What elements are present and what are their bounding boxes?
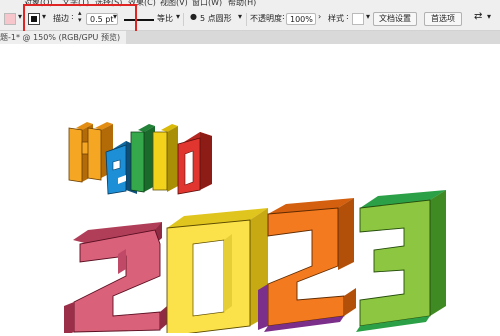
separator: [183, 13, 184, 26]
chevron-down-icon[interactable]: ▾: [238, 12, 242, 21]
brush-definition[interactable]: 5 点圆形: [200, 12, 232, 26]
chevron-down-icon[interactable]: ▾: [176, 12, 180, 21]
colon: :: [282, 12, 285, 21]
profile-label[interactable]: 等比: [157, 12, 173, 26]
chevron-down-icon[interactable]: ▾: [18, 12, 22, 21]
style-swatch[interactable]: [352, 13, 364, 25]
brush-dot-icon: ●: [190, 12, 197, 21]
opacity-value: 100%: [290, 15, 313, 24]
letter-l-second: [152, 124, 178, 192]
digit-2-second: [258, 198, 356, 332]
digit-3: [356, 190, 446, 332]
document-tab-title: 题-1* @ 150% (RGB/GPU 预览): [0, 33, 121, 42]
artwork: [64, 122, 446, 336]
fill-swatch[interactable]: [4, 13, 16, 25]
document-tab-bar: 题-1* @ 150% (RGB/GPU 预览): [0, 31, 500, 44]
document-tab[interactable]: 题-1* @ 150% (RGB/GPU 预览): [0, 31, 127, 44]
chevron-down-icon[interactable]: ▾: [487, 12, 491, 21]
artboard-canvas[interactable]: [0, 44, 500, 336]
preferences-label: 首选项: [431, 14, 455, 23]
arrange-icon[interactable]: ⇄: [474, 11, 482, 22]
digit-0: [166, 208, 268, 336]
preferences-button[interactable]: 首选项: [424, 12, 462, 26]
menu-view[interactable]: 视图(V): [160, 0, 188, 8]
letter-l-first: [130, 124, 155, 193]
chevron-right-icon[interactable]: ›: [318, 12, 321, 21]
style-label: 样式: [328, 14, 344, 23]
menu-window[interactable]: 窗口(W): [192, 0, 222, 8]
opacity-input[interactable]: 100%: [286, 13, 316, 25]
highlight-box: [23, 4, 137, 34]
letter-o: [177, 132, 212, 195]
chevron-down-icon[interactable]: ▾: [366, 12, 370, 21]
opacity-label[interactable]: 不透明度: [250, 12, 282, 26]
separator: [246, 13, 247, 26]
digit-2-first: [64, 222, 167, 336]
colon: :: [346, 12, 349, 21]
menu-help[interactable]: 帮助(H): [228, 0, 256, 8]
document-setup-label: 文档设置: [379, 14, 411, 23]
document-setup-button[interactable]: 文档设置: [373, 12, 417, 26]
